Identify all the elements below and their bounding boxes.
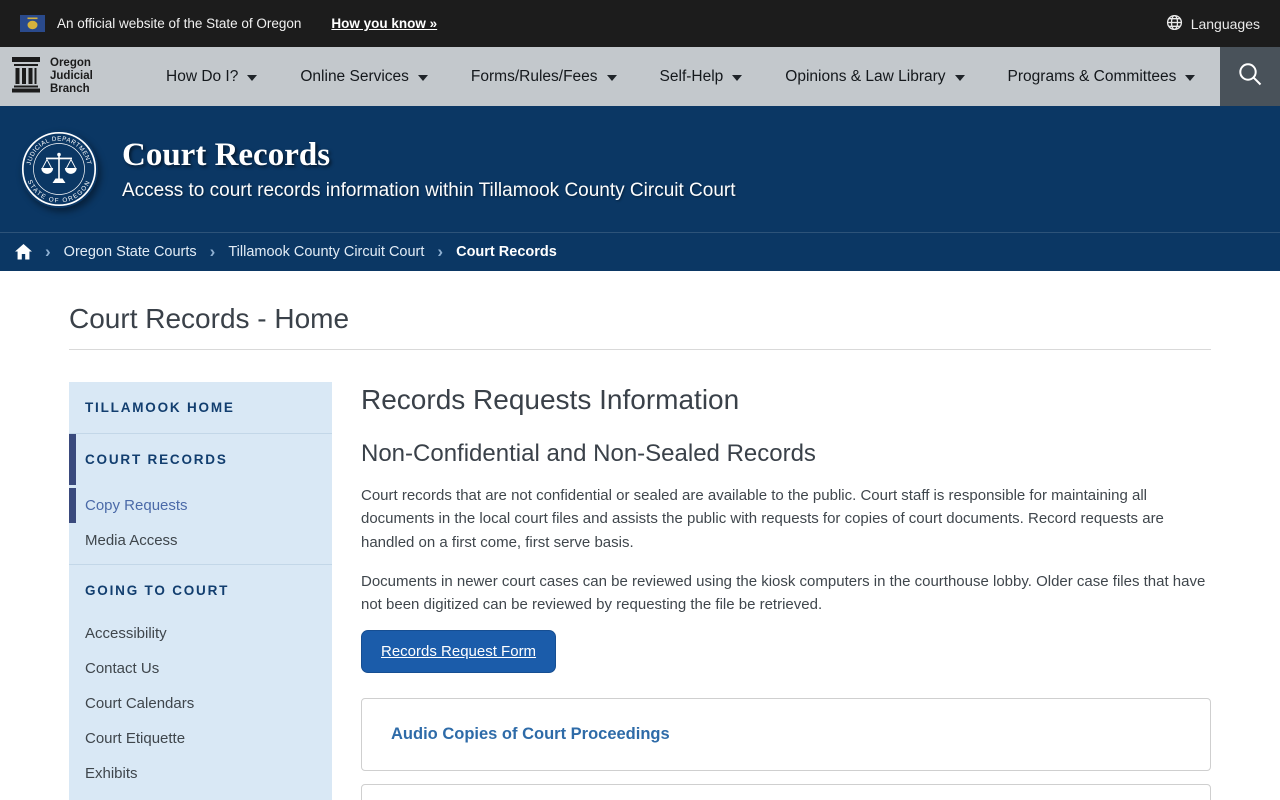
languages-label: Languages [1190,15,1260,32]
hero-subtitle: Access to court records information with… [122,179,736,201]
sidebar-item-media-access[interactable]: Media Access [69,523,332,558]
breadcrumb-tillamook-county-circuit-court[interactable]: Tillamook County Circuit Court [228,244,424,260]
official-website-text: An official website of the State of Oreg… [57,16,302,31]
breadcrumb: › Oregon State Courts › Tillamook County… [0,232,1280,271]
chevron-right-icon: › [209,241,216,261]
nav-item-self-help[interactable]: Self-Help [660,68,743,86]
breadcrumb-current-court-records: Court Records [456,244,557,260]
hero-text: Court Records Access to court records in… [122,137,736,202]
nav-item-how-do-i[interactable]: How Do I? [166,68,258,86]
sidebar-item-exhibits[interactable]: Exhibits [69,756,332,791]
sidebar-section-court-records: COURT RECORDS Copy Requests Media Access [69,434,332,564]
records-paragraph-2: Documents in newer court cases can be re… [361,572,1206,613]
accordion-audio-copies-title: Audio Copies of Court Proceedings [391,725,670,744]
official-state-bar: An official website of the State of Oreg… [0,0,1280,47]
records-paragraph-1: Court records that are not confidential … [361,487,1164,551]
chevron-down-icon [606,74,617,81]
sidebar-item-copy-requests[interactable]: Copy Requests [69,488,332,523]
chevron-right-icon: › [437,241,444,261]
oregon-judicial-seal: JUDICIAL DEPARTMENT STATE OF OREGON [20,130,98,208]
chevron-down-icon [417,74,428,81]
chevron-down-icon [954,74,965,81]
sidebar-item-going-to-court[interactable]: GOING TO COURT [69,565,332,616]
non-confidential-subheading: Non-Confidential and Non-Sealed Records [361,440,816,467]
sidebar-item-court-etiquette[interactable]: Court Etiquette [69,721,332,756]
search-button[interactable] [1220,47,1280,106]
nav-item-online-services[interactable]: Online Services [300,68,428,86]
languages-button[interactable]: Languages [1166,14,1260,34]
main-column: Records Requests Information Non-Confide… [361,382,1211,800]
main-navbar: Oregon Judicial Branch How Do I? Online … [0,47,1280,106]
sidebar-item-contact-us[interactable]: Contact Us [69,651,332,686]
chevron-down-icon [732,74,743,81]
nav-item-forms-rules-fees[interactable]: Forms/Rules/Fees [471,68,617,86]
sidebar-item-tillamook-home[interactable]: TILLAMOOK HOME [69,382,332,433]
oregon-flag-icon [20,15,45,32]
content-area: Court Records - Home TILLAMOOK HOME COUR… [0,303,1280,800]
sidebar-item-court-calendars[interactable]: Court Calendars [69,686,332,721]
title-divider [69,349,1211,350]
sidebar-item-court-records[interactable]: COURT RECORDS [69,434,332,485]
sidebar-item-accessibility[interactable]: Accessibility [69,616,332,651]
nav-menu: How Do I? Online Services Forms/Rules/Fe… [166,68,1196,86]
ojd-logo-text: Oregon Judicial Branch [50,57,93,95]
search-icon [1237,61,1264,93]
globe-icon [1166,14,1183,34]
sidebar-section-going-to-court: GOING TO COURT Accessibility Contact Us … [69,565,332,797]
accordion-access[interactable]: Access [361,784,1211,800]
column-pillar-icon [11,55,41,98]
ojd-logo[interactable]: Oregon Judicial Branch [0,55,150,98]
page-title: Court Records - Home [69,303,350,334]
chevron-down-icon [247,74,258,81]
hero-banner: JUDICIAL DEPARTMENT STATE OF OREGON Cour… [0,106,1280,232]
records-request-form-button[interactable]: Records Request Form [361,630,557,674]
breadcrumb-oregon-state-courts[interactable]: Oregon State Courts [64,244,197,260]
sidebar: TILLAMOOK HOME COURT RECORDS Copy Reques… [69,382,332,800]
chevron-down-icon [1185,74,1196,81]
how-you-know-link[interactable]: How you know » [331,16,437,31]
nav-item-programs-committees[interactable]: Programs & Committees [1008,68,1196,86]
chevron-right-icon: › [45,241,51,261]
records-requests-heading: Records Requests Information [361,384,740,415]
home-icon[interactable] [15,244,32,260]
hero-title: Court Records [122,136,331,173]
page: An official website of the State of Oreg… [0,0,1280,800]
accordion-audio-copies[interactable]: Audio Copies of Court Proceedings [361,698,1211,772]
nav-item-opinions-law-library[interactable]: Opinions & Law Library [785,68,965,86]
